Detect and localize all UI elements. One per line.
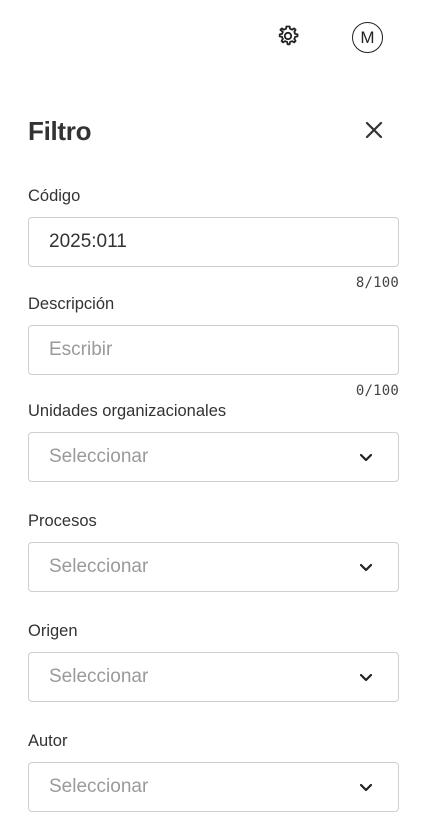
close-icon	[365, 121, 383, 144]
avatar-initial: M	[360, 27, 375, 47]
descripcion-input[interactable]	[49, 339, 378, 361]
unidades-select-value: Seleccionar	[49, 446, 149, 467]
autor-select[interactable]: Seleccionar	[28, 762, 399, 812]
origen-select-value: Seleccionar	[49, 666, 149, 687]
descripcion-label: Descripción	[28, 295, 115, 313]
chevron-down-icon	[358, 559, 374, 575]
chevron-down-icon	[358, 669, 374, 685]
codigo-field-container	[28, 217, 399, 267]
page-title: Filtro	[28, 116, 92, 146]
descripcion-field-container	[28, 325, 399, 375]
gear-icon	[276, 24, 300, 53]
procesos-select[interactable]: Seleccionar	[28, 542, 399, 592]
chevron-down-icon	[358, 779, 374, 795]
autor-select-value: Seleccionar	[49, 776, 149, 797]
autor-label: Autor	[28, 732, 68, 750]
origen-label: Origen	[28, 622, 78, 640]
unidades-label: Unidades organizacionales	[28, 402, 227, 420]
settings-button[interactable]	[274, 24, 302, 52]
top-bar: M	[0, 0, 427, 76]
close-button[interactable]	[362, 120, 386, 144]
avatar[interactable]: M	[352, 22, 383, 53]
chevron-down-icon	[358, 449, 374, 465]
descripcion-counter: 0/100	[355, 383, 399, 399]
procesos-label: Procesos	[28, 512, 97, 530]
procesos-select-value: Seleccionar	[49, 556, 149, 577]
codigo-input[interactable]	[49, 231, 378, 253]
origen-select[interactable]: Seleccionar	[28, 652, 399, 702]
unidades-select[interactable]: Seleccionar	[28, 432, 399, 482]
codigo-label: Código	[28, 187, 81, 205]
codigo-counter: 8/100	[355, 275, 399, 291]
